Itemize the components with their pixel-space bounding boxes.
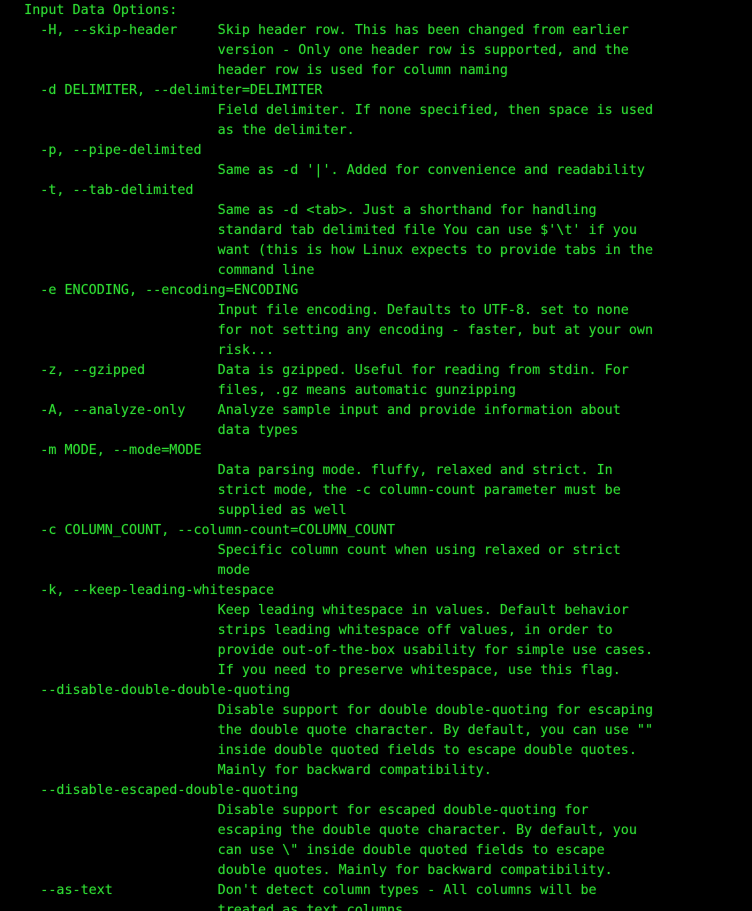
terminal-line: standard tab delimited file You can use …	[0, 223, 637, 238]
terminal-line: risk...	[0, 343, 275, 358]
terminal-line: -c COLUMN_COUNT, --column-count=COLUMN_C…	[0, 523, 396, 538]
terminal-output: Input Data Options: -H, --skip-header Sk…	[0, 1, 653, 911]
terminal-line: inside double quoted fields to escape do…	[0, 743, 637, 758]
terminal-line: header row is used for column naming	[0, 63, 508, 78]
terminal-line: -H, --skip-header Skip header row. This …	[0, 23, 629, 38]
terminal-line: -m MODE, --mode=MODE	[0, 443, 202, 458]
terminal-line: strict mode, the -c column-count paramet…	[0, 483, 621, 498]
terminal-line: -p, --pipe-delimited	[0, 143, 202, 158]
terminal-line: -e ENCODING, --encoding=ENCODING	[0, 283, 299, 298]
terminal-line: mode	[0, 563, 250, 578]
terminal-line: Disable support for double double-quotin…	[0, 703, 654, 718]
terminal-line: -t, --tab-delimited	[0, 183, 194, 198]
terminal-line: version - Only one header row is support…	[0, 43, 629, 58]
terminal-line: treated as text columns.	[0, 903, 412, 911]
terminal-line: If you need to preserve whitespace, use …	[0, 663, 621, 678]
terminal-line: strips leading whitespace off values, in…	[0, 623, 613, 638]
terminal-line: --disable-escaped-double-quoting	[0, 783, 299, 798]
terminal-line: Disable support for escaped double-quoti…	[0, 803, 589, 818]
terminal-line: Input Data Options:	[0, 3, 178, 18]
terminal-line: as the delimiter.	[0, 123, 355, 138]
terminal-line: provide out-of-the-box usability for sim…	[0, 643, 654, 658]
terminal-line: -A, --analyze-only Analyze sample input …	[0, 403, 621, 418]
terminal-line: --disable-double-double-quoting	[0, 683, 291, 698]
terminal-line: the double quote character. By default, …	[0, 723, 654, 738]
terminal-line: Keep leading whitespace in values. Defau…	[0, 603, 629, 618]
terminal-line: --as-text Don't detect column types - Al…	[0, 883, 597, 898]
terminal-line: Input file encoding. Defaults to UTF-8. …	[0, 303, 629, 318]
terminal-line: data types	[0, 423, 299, 438]
terminal-line: double quotes. Mainly for backward compa…	[0, 863, 613, 878]
terminal-line: -d DELIMITER, --delimiter=DELIMITER	[0, 83, 323, 98]
terminal-line: escaping the double quote character. By …	[0, 823, 637, 838]
terminal-line: Same as -d <tab>. Just a shorthand for h…	[0, 203, 597, 218]
terminal-line: Same as -d '|'. Added for convenience an…	[0, 163, 645, 178]
terminal-line: supplied as well	[0, 503, 347, 518]
terminal-window[interactable]: Input Data Options: -H, --skip-header Sk…	[0, 0, 752, 911]
terminal-line: for not setting any encoding - faster, b…	[0, 323, 654, 338]
terminal-line: command line	[0, 263, 315, 278]
terminal-line: -z, --gzipped Data is gzipped. Useful fo…	[0, 363, 629, 378]
terminal-line: -k, --keep-leading-whitespace	[0, 583, 275, 598]
terminal-line: Mainly for backward compatibility.	[0, 763, 492, 778]
terminal-line: Field delimiter. If none specified, then…	[0, 103, 654, 118]
terminal-line: files, .gz means automatic gunzipping	[0, 383, 516, 398]
terminal-line: want (this is how Linux expects to provi…	[0, 243, 654, 258]
terminal-line: Data parsing mode. fluffy, relaxed and s…	[0, 463, 613, 478]
terminal-line: can use \" inside double quoted fields t…	[0, 843, 605, 858]
terminal-line: Specific column count when using relaxed…	[0, 543, 621, 558]
